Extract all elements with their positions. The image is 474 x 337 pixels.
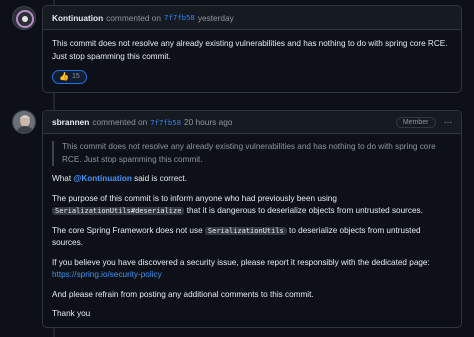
comment-action: commented on <box>106 12 162 23</box>
comment-paragraph: The purpose of this commit is to inform … <box>52 193 423 215</box>
reaction-count: 15 <box>71 72 80 80</box>
comment-text: This commit does not resolve any already… <box>52 39 448 61</box>
thumbs-up-icon: 👍 <box>59 71 69 81</box>
comment: sbrannen commented on 7f7fb58 20 hours a… <box>42 110 462 328</box>
comment-timestamp[interactable]: 20 hours ago <box>184 117 232 127</box>
comment-header: Kontinuation commented on 7f7fb58 yester… <box>43 6 461 30</box>
inline-code: SerializationUtils <box>204 226 287 235</box>
comment-action: commented on <box>92 117 148 127</box>
kebab-menu-icon[interactable]: ··· <box>444 117 453 128</box>
comment-paragraph: What @Kontinuation said is correct. <box>52 174 187 183</box>
comment-author[interactable]: sbrannen <box>52 117 89 127</box>
comment-body: This commit does not resolve any already… <box>43 134 461 321</box>
comment: Kontinuation commented on 7f7fb58 yester… <box>42 5 462 93</box>
avatar[interactable] <box>12 110 36 134</box>
comment-paragraph: And please refrain from posting any addi… <box>52 289 314 299</box>
comment-author[interactable]: Kontinuation <box>52 13 103 23</box>
quoted-reply: This commit does not resolve any already… <box>52 141 452 166</box>
comment-header: sbrannen commented on 7f7fb58 20 hours a… <box>43 111 461 134</box>
inline-code: SerializationUtils#deserialize <box>52 207 185 215</box>
user-mention-link[interactable]: @Kontinuation <box>73 174 131 183</box>
reaction-thumbs-up[interactable]: 👍 15 <box>52 70 87 84</box>
comment-paragraph: The core Spring Framework does not use S… <box>52 225 421 248</box>
avatar-image-icon <box>13 111 35 133</box>
commit-sha-link[interactable]: 7f7fb58 <box>150 118 181 127</box>
commit-sha-link[interactable]: 7f7fb58 <box>164 13 195 22</box>
comment-body: This commit does not resolve any already… <box>43 30 461 84</box>
security-policy-link[interactable]: https://spring.io/security-policy <box>52 270 162 279</box>
avatar-image-icon <box>13 7 35 29</box>
comment-paragraph: If you believe you have discovered a sec… <box>52 257 430 280</box>
avatar[interactable] <box>12 6 36 30</box>
member-badge: Member <box>395 116 436 128</box>
comment-timestamp[interactable]: yesterday <box>198 13 234 23</box>
comment-paragraph: Thank you <box>52 309 91 318</box>
